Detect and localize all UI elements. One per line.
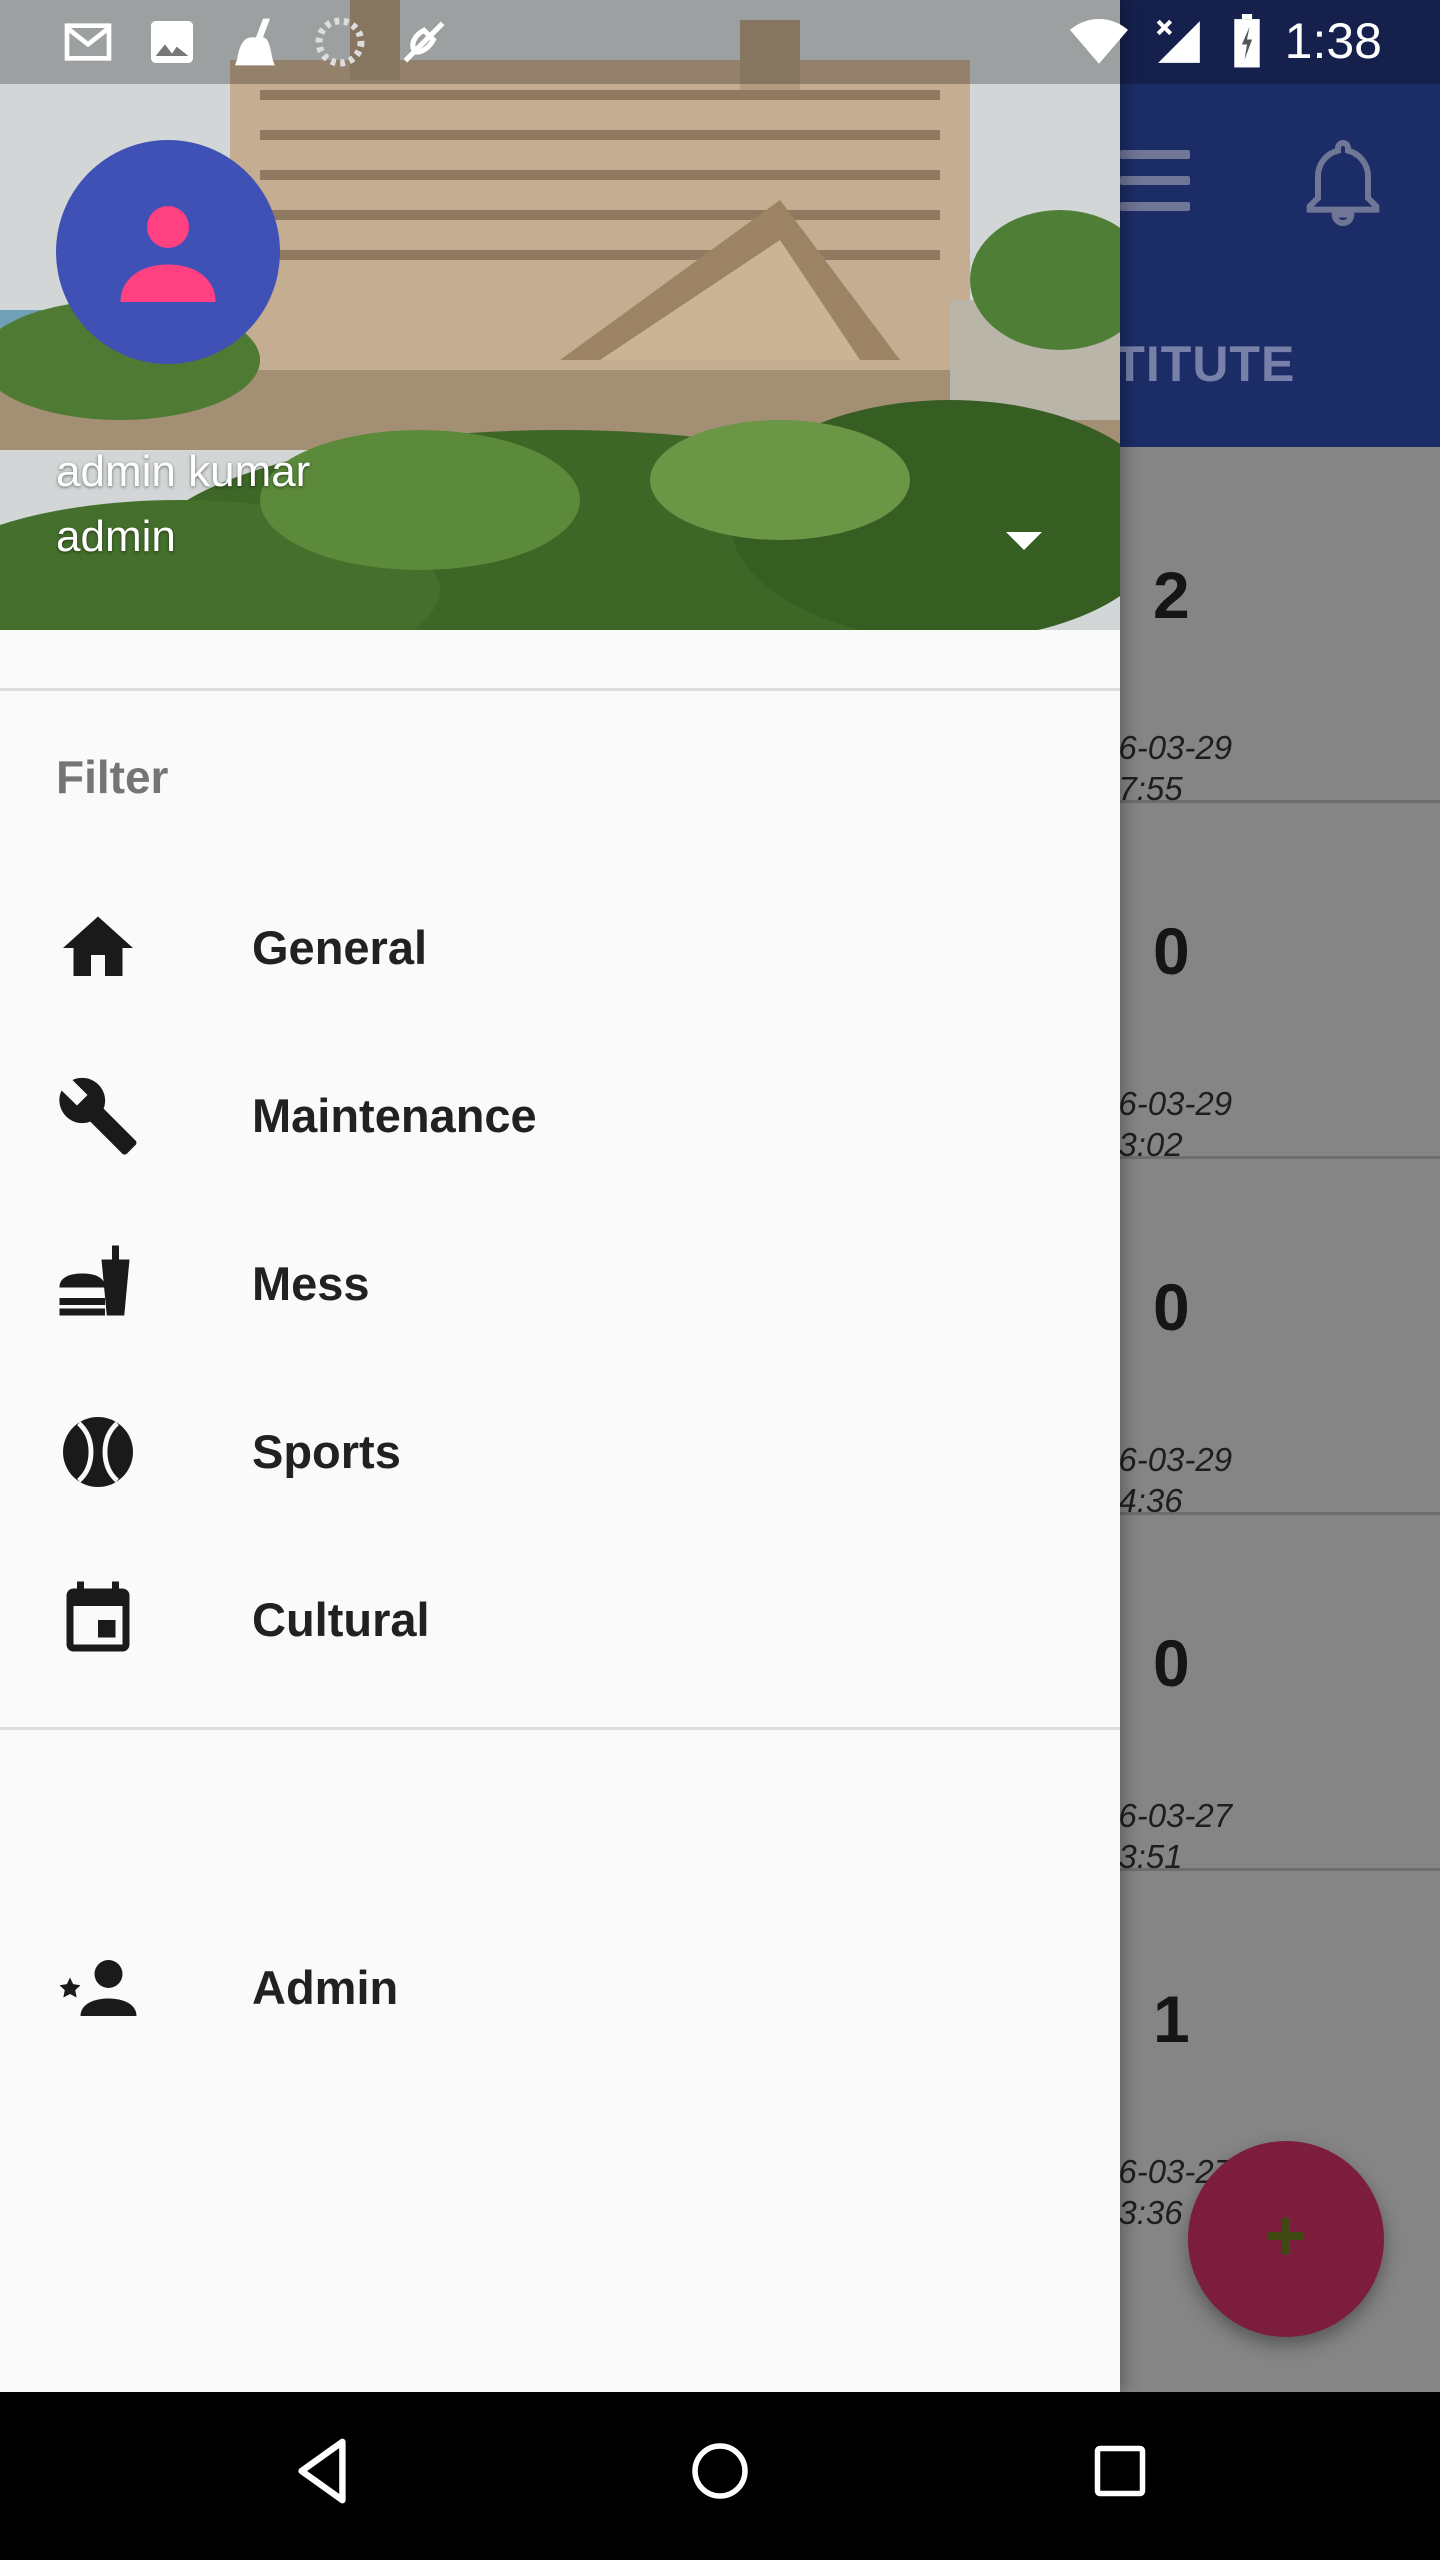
add-complaint-button[interactable]: + bbox=[1188, 2141, 1384, 2337]
filter-item-label: General bbox=[252, 921, 428, 974]
navigation-drawer: admin kumar admin Filter General Mainten… bbox=[0, 0, 1120, 2392]
account-dropdown-icon[interactable] bbox=[1006, 532, 1042, 550]
admin-person-star-icon bbox=[59, 1960, 137, 2016]
user-name: admin kumar bbox=[56, 447, 311, 496]
vote-count: 0 bbox=[1153, 914, 1190, 988]
admin-item-label: Admin bbox=[252, 1961, 399, 2014]
admin-item[interactable]: Admin bbox=[0, 1902, 1120, 2070]
filter-item-general[interactable]: General bbox=[0, 862, 1120, 1030]
user-role: admin bbox=[56, 512, 176, 561]
loading-icon bbox=[315, 17, 365, 67]
bell-icon[interactable] bbox=[1303, 135, 1383, 236]
cleaner-icon bbox=[235, 18, 275, 66]
person-icon bbox=[120, 206, 216, 302]
image-icon bbox=[151, 21, 193, 63]
filter-item-mess[interactable]: Mess bbox=[0, 1198, 1120, 1366]
vote-count: 0 bbox=[1153, 1626, 1190, 1700]
wrench-icon bbox=[59, 1077, 137, 1155]
home-circle-icon[interactable] bbox=[690, 2436, 750, 2506]
filter-section-label: Filter bbox=[56, 751, 169, 803]
home-icon bbox=[63, 916, 133, 976]
divider bbox=[0, 688, 1120, 691]
wifi-icon bbox=[1070, 19, 1128, 64]
system-nav-bar bbox=[0, 2392, 1440, 2560]
plus-icon: + bbox=[1264, 2196, 1308, 2276]
filter-item-label: Maintenance bbox=[252, 1089, 537, 1142]
gmail-icon bbox=[64, 23, 112, 61]
drawer-header: admin kumar admin bbox=[0, 0, 1120, 630]
avatar[interactable] bbox=[56, 140, 280, 364]
no-sound-icon bbox=[403, 21, 445, 63]
tennis-ball-icon bbox=[63, 1417, 133, 1487]
filter-item-sports[interactable]: Sports bbox=[0, 1366, 1120, 1534]
filter-item-maintenance[interactable]: Maintenance bbox=[0, 1030, 1120, 1198]
filter-item-cultural[interactable]: Cultural bbox=[0, 1534, 1120, 1702]
divider bbox=[0, 1727, 1120, 1730]
battery-charging-icon bbox=[1234, 14, 1260, 68]
filter-item-label: Sports bbox=[252, 1425, 401, 1478]
filter-item-label: Cultural bbox=[252, 1593, 430, 1646]
calendar-event-icon bbox=[66, 1581, 130, 1652]
status-time: 1:38 bbox=[1284, 13, 1382, 69]
fastfood-icon bbox=[59, 1245, 130, 1316]
filter-item-label: Mess bbox=[252, 1257, 370, 1310]
vote-count: 1 bbox=[1153, 1982, 1190, 2056]
signal-icon bbox=[1156, 19, 1200, 63]
back-icon[interactable] bbox=[292, 2436, 352, 2506]
vote-count: 0 bbox=[1153, 1270, 1190, 1344]
status-bar: 1:38 bbox=[0, 0, 1440, 84]
recents-square-icon[interactable] bbox=[1090, 2436, 1150, 2506]
menu-icon[interactable] bbox=[1120, 150, 1190, 211]
vote-count: 2 bbox=[1153, 558, 1190, 632]
